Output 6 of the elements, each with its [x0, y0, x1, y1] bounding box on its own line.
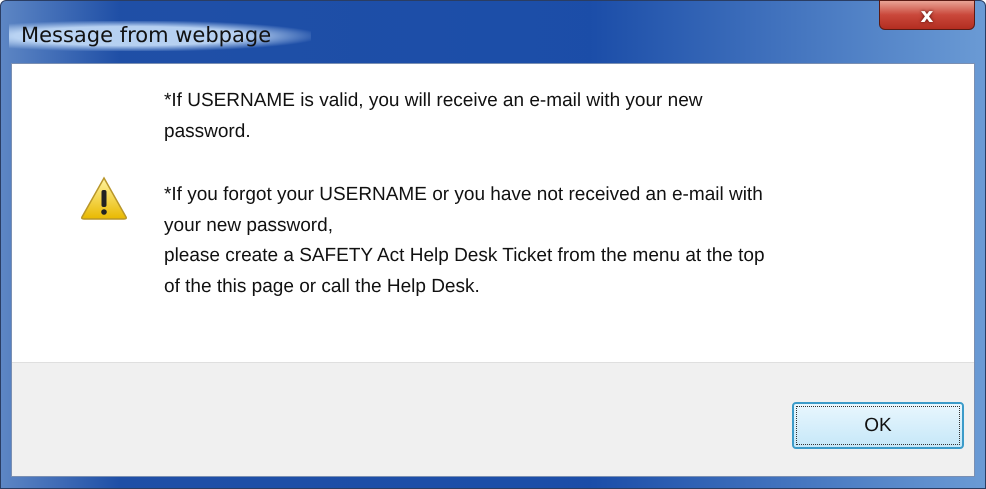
message-text: *If USERNAME is valid, you will receive an e-mail with your new password. — [164, 89, 704, 144]
message-text: *If you forgot your USERNAME or you have not received an e-mail with your new password, please create a SAFETY Act Help Desk Ticket from the menu at the top of the this page or call the Help Desk. — [164, 183, 765, 298]
ok-button[interactable]: OK — [792, 402, 964, 449]
window-title: Message from webpage — [9, 21, 312, 51]
warning-icon — [80, 176, 128, 220]
close-button[interactable]: x — [879, 0, 975, 30]
